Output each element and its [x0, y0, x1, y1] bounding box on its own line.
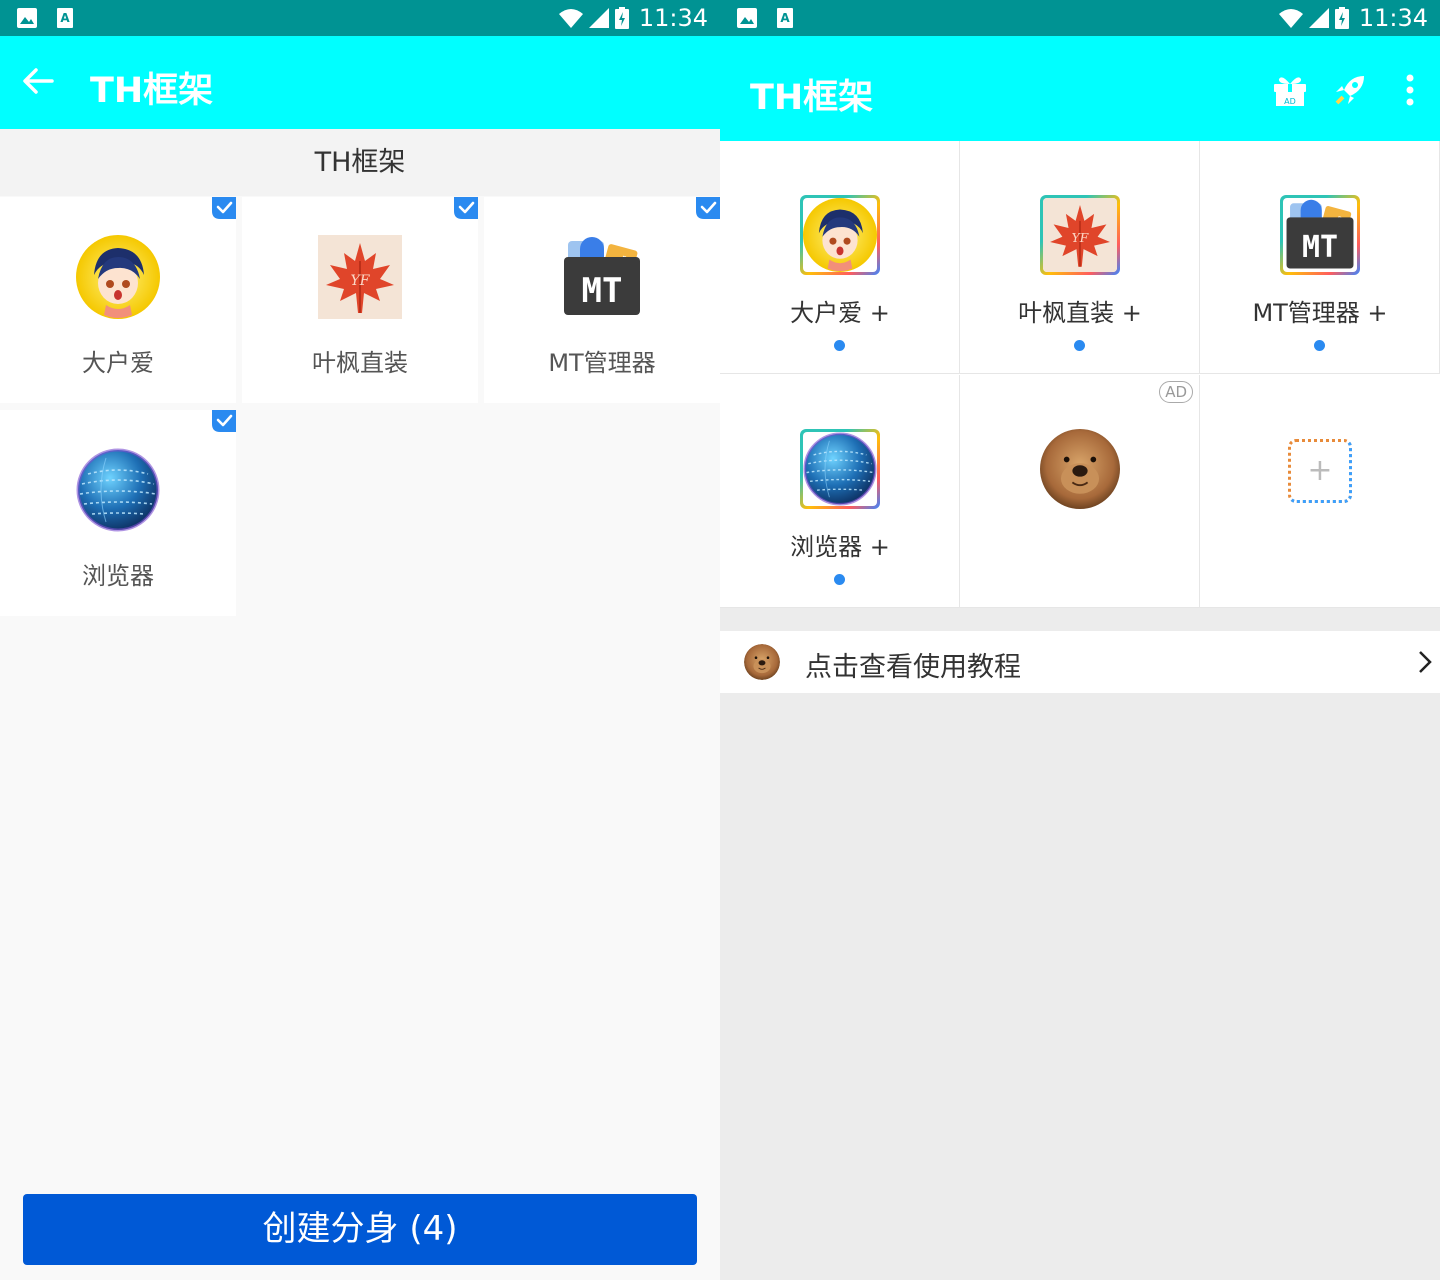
app-icon-frame — [1040, 195, 1120, 275]
tutorial-row[interactable]: 点击查看使用教程 — [720, 631, 1440, 693]
checkmark-icon[interactable] — [696, 197, 720, 219]
app-grid: 大户爱 + 叶枫直装 + MT管理器 + 浏览器 + AD + — [720, 141, 1440, 608]
status-bar: A 11:34 — [0, 0, 720, 36]
grid-cell-browser[interactable]: 浏览器 + — [720, 375, 960, 608]
maple-leaf-icon — [1043, 198, 1117, 272]
battery-icon — [1334, 7, 1349, 29]
grid-cell-ad[interactable]: AD — [960, 375, 1200, 608]
app-icon-frame — [1280, 195, 1360, 275]
app-notification-icon: A — [57, 8, 73, 28]
left-screen: A 11:34 TH框架 TH框架 大户爱 叶枫直装 MT管理器 浏览器 创建分… — [0, 0, 720, 1280]
mt-manager-icon — [560, 235, 644, 319]
rocket-icon[interactable] — [1330, 70, 1370, 110]
anime-girl-icon — [76, 235, 160, 319]
grid-cell-dahuai[interactable]: 大户爱 + — [720, 141, 960, 374]
app-label: 浏览器 — [82, 562, 154, 590]
dog-avatar-icon — [744, 644, 780, 680]
svg-text:A: A — [780, 11, 790, 25]
back-arrow-icon[interactable] — [20, 63, 56, 99]
create-clone-button[interactable]: 创建分身 (4) — [23, 1194, 697, 1265]
status-bar: A 11:34 — [720, 0, 1440, 36]
app-card-mt-manager[interactable]: MT管理器 — [484, 197, 720, 403]
checkmark-icon[interactable] — [212, 197, 236, 219]
globe-icon — [76, 448, 160, 532]
grid-cell-add[interactable]: + — [1200, 375, 1440, 608]
wifi-icon — [558, 9, 583, 28]
right-screen: A 11:34 TH框架 AD 大户爱 + 叶枫直装 + MT管理器 + 浏览器… — [720, 0, 1440, 1280]
page-title: TH框架 — [90, 71, 214, 111]
app-label: MT管理器 — [548, 349, 656, 377]
mt-manager-icon — [1283, 198, 1357, 272]
app-notification-icon: A — [777, 8, 793, 28]
gift-ad-label: AD — [1284, 97, 1296, 106]
status-dot — [834, 340, 845, 351]
checkmark-icon[interactable] — [212, 410, 236, 432]
app-label: 大户爱 + — [790, 299, 890, 327]
anime-girl-icon — [803, 198, 877, 272]
chevron-right-icon — [1419, 651, 1432, 673]
app-label: 叶枫直装 + — [1018, 299, 1142, 327]
app-icon-frame — [800, 195, 880, 275]
app-icon-frame — [800, 429, 880, 509]
app-label: 浏览器 + — [790, 533, 890, 561]
signal-icon — [1308, 8, 1329, 28]
maple-leaf-icon — [318, 235, 402, 319]
grid-cell-yefeng[interactable]: 叶枫直装 + — [960, 141, 1200, 374]
status-dot — [834, 574, 845, 585]
dog-ad-icon — [1040, 429, 1120, 509]
app-label: MT管理器 + — [1252, 299, 1388, 327]
app-label: 大户爱 — [82, 349, 154, 377]
wifi-icon — [1278, 9, 1303, 28]
app-label: 叶枫直装 — [312, 349, 408, 377]
section-header: TH框架 — [0, 129, 720, 196]
status-time: 11:34 — [1358, 4, 1428, 32]
page-title: TH框架 — [750, 78, 874, 118]
tutorial-link: 点击查看使用教程 — [805, 652, 1021, 683]
gift-icon[interactable]: AD — [1270, 70, 1310, 110]
status-time: 11:34 — [638, 4, 708, 32]
plus-icon: + — [1307, 453, 1333, 488]
app-bar: TH框架 — [0, 36, 720, 129]
image-notification-icon — [737, 8, 757, 28]
globe-icon — [803, 432, 877, 506]
svg-text:A: A — [60, 11, 70, 25]
add-app-button[interactable]: + — [1288, 439, 1352, 503]
checkmark-icon[interactable] — [454, 197, 478, 219]
battery-icon — [614, 7, 629, 29]
signal-icon — [588, 8, 609, 28]
app-card-dahuai[interactable]: 大户爱 — [0, 197, 236, 403]
status-dot — [1314, 340, 1325, 351]
ad-badge: AD — [1159, 381, 1193, 403]
app-card-browser[interactable]: 浏览器 — [0, 410, 236, 616]
grid-cell-mt-manager[interactable]: MT管理器 + — [1200, 141, 1440, 374]
more-vertical-icon[interactable] — [1390, 70, 1430, 110]
app-card-yefeng[interactable]: 叶枫直装 — [242, 197, 478, 403]
image-notification-icon — [17, 8, 37, 28]
status-dot — [1074, 340, 1085, 351]
